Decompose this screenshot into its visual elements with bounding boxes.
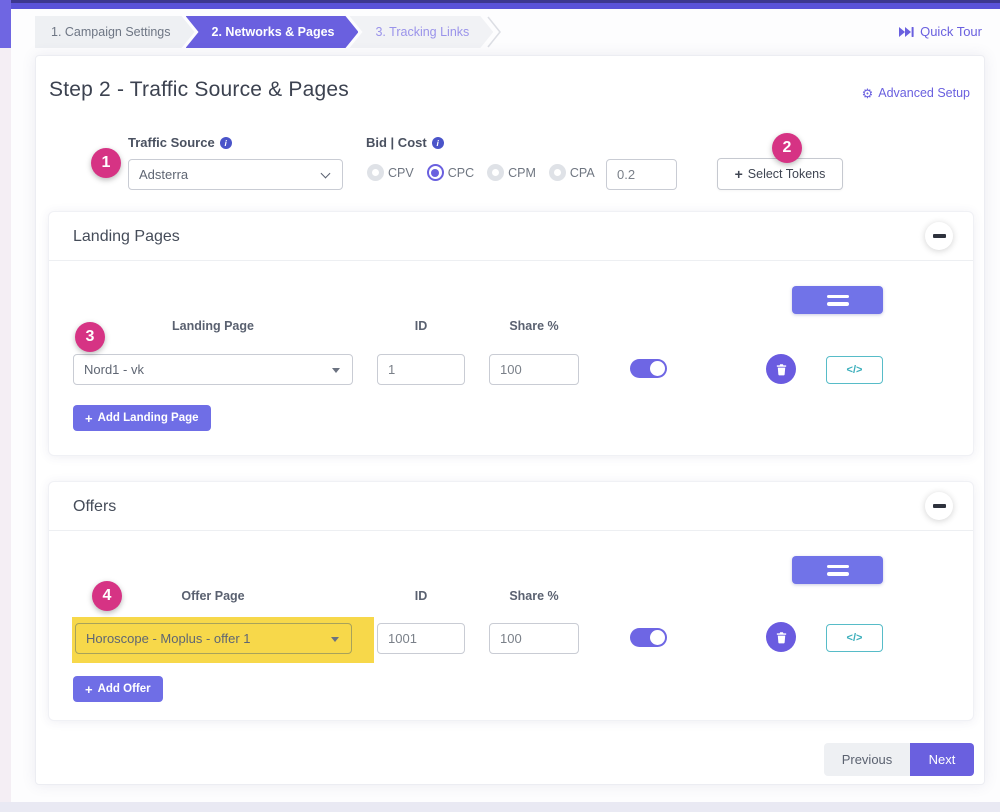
offer-share-input[interactable] [489,623,579,654]
column-header-id: ID [377,589,465,603]
quick-tour-label: Quick Tour [920,24,982,39]
caret-down-icon [332,368,340,373]
fast-forward-icon [899,26,914,38]
tab-tracking-links[interactable]: 3. Tracking Links [349,16,493,48]
column-header-share: Share % [489,319,579,333]
bottom-background-strip [0,802,1000,812]
campaign-wizard-page: 1. Campaign Settings 2. Networks & Pages… [0,0,1000,812]
wizard-nav-buttons: Previous Next [824,743,974,776]
bar-icon [827,302,849,306]
trash-icon [775,631,788,644]
traffic-source-select[interactable]: Adsterra [128,159,343,190]
landing-page-value: Nord1 - vk [84,362,144,377]
offer-id-input[interactable] [377,623,465,654]
bar-icon [827,295,849,299]
radio-cpc[interactable]: CPC [427,164,474,181]
select-tokens-button[interactable]: + Select Tokens [717,158,843,190]
tab-campaign-settings[interactable]: 1. Campaign Settings [35,16,195,48]
code-icon: </> [847,632,863,644]
bid-cost-label: Bid | Cost [366,135,444,150]
reorder-handle-button[interactable] [792,286,883,314]
collapse-offers-button[interactable] [925,492,953,520]
column-header-landing-page: Landing Page [73,319,353,333]
offer-enabled-toggle[interactable] [630,628,667,647]
minus-icon [933,234,946,238]
landing-enabled-toggle[interactable] [630,359,667,378]
left-accent-bar [0,0,11,48]
divider [49,530,973,531]
traffic-source-label: Traffic Source [128,135,232,150]
plus-icon: + [85,411,93,426]
minus-icon [933,504,946,508]
annotation-badge-3: 3 [75,322,105,352]
tab-networks-pages[interactable]: 2. Networks & Pages [186,16,359,48]
radio-circle-icon [427,164,444,181]
radio-cpm[interactable]: CPM [487,164,536,181]
reorder-handle-button[interactable] [792,556,883,584]
landing-pages-section: Landing Pages Landing Page ID Share % No… [48,211,974,456]
radio-circle-icon [487,164,504,181]
offers-title: Offers [73,498,116,516]
previous-button[interactable]: Previous [824,743,910,776]
landing-code-button[interactable]: </> [826,356,883,384]
radio-cpv[interactable]: CPV [367,164,414,181]
advanced-setup-label: Advanced Setup [878,86,970,100]
offer-code-button[interactable]: </> [826,624,883,652]
delete-offer-button[interactable] [766,622,796,652]
offer-page-select[interactable]: Horoscope - Moplus - offer 1 [75,623,352,654]
next-button[interactable]: Next [910,743,974,776]
trash-icon [775,363,788,376]
info-icon[interactable] [220,137,232,149]
landing-share-input[interactable] [489,354,579,385]
bar-icon [827,565,849,569]
offers-section: Offers Offer Page ID Share % Horoscope -… [48,481,974,721]
gear-icon: ⚙ [862,87,874,100]
code-icon: </> [847,364,863,376]
bid-value-input[interactable] [606,159,677,190]
page-title: Step 2 - Traffic Source & Pages [49,78,349,102]
radio-cpa[interactable]: CPA [549,164,595,181]
annotation-badge-1: 1 [91,148,121,178]
landing-id-input[interactable] [377,354,465,385]
plus-icon: + [735,166,743,182]
radio-circle-icon [549,164,566,181]
column-header-id: ID [377,319,465,333]
landing-pages-title: Landing Pages [73,228,180,246]
quick-tour-link[interactable]: Quick Tour [899,24,982,39]
add-offer-button[interactable]: + Add Offer [73,676,163,702]
offer-page-value: Horoscope - Moplus - offer 1 [86,631,251,646]
column-header-share: Share % [489,589,579,603]
wizard-step-tabs: 1. Campaign Settings 2. Networks & Pages… [35,16,502,48]
toggle-knob [650,630,665,645]
traffic-source-value: Adsterra [139,167,188,182]
landing-page-select[interactable]: Nord1 - vk [73,354,353,385]
divider [49,260,973,261]
caret-down-icon [331,637,339,642]
bar-icon [827,572,849,576]
radio-circle-icon [367,164,384,181]
annotation-badge-2: 2 [772,133,802,163]
plus-icon: + [85,682,93,697]
info-icon[interactable] [432,137,444,149]
main-card: Step 2 - Traffic Source & Pages ⚙ Advanc… [35,55,985,785]
bid-type-radio-group: CPV CPC CPM CPA [367,164,595,181]
delete-landing-button[interactable] [766,354,796,384]
annotation-badge-4: 4 [92,581,122,611]
chevron-down-icon [321,169,331,179]
advanced-setup-link[interactable]: ⚙ Advanced Setup [862,86,970,100]
add-landing-page-button[interactable]: + Add Landing Page [73,405,211,431]
browser-top-bar [0,0,1000,9]
collapse-landing-button[interactable] [925,222,953,250]
toggle-knob [650,361,665,376]
left-background-strip [0,48,11,812]
